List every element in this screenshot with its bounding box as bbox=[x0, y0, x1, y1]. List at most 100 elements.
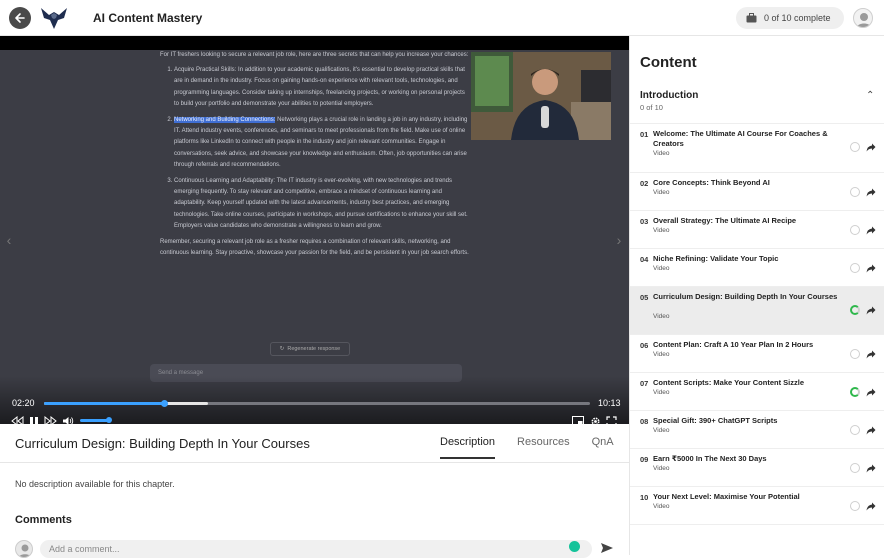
comment-input[interactable]: Add a comment... bbox=[40, 540, 592, 558]
back-button[interactable] bbox=[9, 7, 31, 29]
share-icon[interactable] bbox=[866, 464, 876, 473]
lesson-item[interactable]: 08 Special Gift: 390+ ChatGPT Scripts Vide… bbox=[630, 411, 884, 449]
not-started-icon bbox=[850, 349, 860, 359]
share-icon[interactable] bbox=[866, 188, 876, 197]
lesson-item[interactable]: 09 Earn ₹5000 In The Next 30 Days Video bbox=[630, 449, 884, 487]
chat-item-lead: Networking and Building Connections: bbox=[174, 117, 276, 124]
lesson-number: 03 bbox=[640, 217, 649, 226]
lesson-item[interactable]: 06 Content Plan: Craft A 10 Year Plan In … bbox=[630, 335, 884, 373]
comments-heading: Comments bbox=[15, 514, 72, 526]
lesson-title: Special Gift: 390+ ChatGPT Scripts bbox=[653, 416, 778, 425]
lesson-type: Video bbox=[653, 465, 670, 472]
pause-button[interactable] bbox=[28, 414, 40, 424]
lesson-number: 04 bbox=[640, 255, 649, 264]
lesson-type: Video bbox=[653, 351, 670, 358]
lesson-type: Video bbox=[653, 389, 670, 396]
not-started-icon bbox=[850, 187, 860, 197]
share-icon[interactable] bbox=[866, 226, 876, 235]
pip-icon bbox=[572, 416, 584, 424]
lesson-title: Earn ₹5000 In The Next 30 Days bbox=[653, 454, 767, 463]
section-introduction[interactable]: Introduction 0 of 10 ⌃ bbox=[630, 80, 884, 124]
lesson-title: Welcome: The Ultimate AI Course For Coac… bbox=[653, 129, 828, 148]
lesson-number: 05 bbox=[640, 293, 649, 302]
comment-placeholder: Add a comment... bbox=[49, 544, 120, 554]
tab-resources[interactable]: Resources bbox=[517, 436, 570, 459]
chat-list-item: Continuous Learning and Adaptability: Th… bbox=[174, 176, 470, 232]
seek-bar[interactable] bbox=[44, 400, 590, 407]
tabs-divider bbox=[0, 462, 629, 463]
lesson-number: 07 bbox=[640, 379, 649, 388]
fast-forward-icon bbox=[44, 416, 57, 424]
lesson-type: Video bbox=[653, 265, 670, 272]
share-icon[interactable] bbox=[866, 264, 876, 273]
lesson-type: Video bbox=[653, 150, 670, 157]
content-sidebar: Content Introduction 0 of 10 ⌃ 01 Welcome… bbox=[629, 36, 884, 555]
fast-forward-button[interactable] bbox=[43, 414, 57, 424]
in-progress-icon bbox=[850, 387, 860, 397]
rewind-button[interactable] bbox=[10, 414, 24, 424]
chevron-up-icon[interactable]: ⌃ bbox=[866, 90, 874, 101]
lesson-item[interactable]: 03 Overall Strategy: The Ultimate AI Reci… bbox=[630, 211, 884, 249]
chapter-tabs: Description Resources QnA bbox=[440, 436, 636, 459]
video-frame: For IT freshers looking to secure a rele… bbox=[0, 50, 629, 424]
send-comment-button[interactable] bbox=[600, 542, 614, 554]
not-started-icon bbox=[850, 463, 860, 473]
lesson-type: Video bbox=[653, 503, 670, 510]
lesson-item[interactable]: 10 Your Next Level: Maximise Your Potenti… bbox=[630, 487, 884, 525]
lesson-item[interactable]: 01 Welcome: The Ultimate AI Course For Co… bbox=[630, 124, 884, 173]
volume-button[interactable] bbox=[61, 414, 75, 424]
chapter-description: No description available for this chapte… bbox=[15, 479, 175, 489]
previous-slide-arrow[interactable]: ‹ bbox=[2, 228, 16, 252]
lesson-number: 09 bbox=[640, 455, 649, 464]
share-icon[interactable] bbox=[866, 388, 876, 397]
lesson-number: 08 bbox=[640, 417, 649, 426]
next-slide-arrow[interactable]: › bbox=[612, 228, 626, 252]
share-icon[interactable] bbox=[866, 350, 876, 359]
lesson-item[interactable]: 07 Content Scripts: Make Your Content Siz… bbox=[630, 373, 884, 411]
share-icon[interactable] bbox=[866, 502, 876, 511]
volume-icon bbox=[63, 417, 74, 424]
top-bar: AI Content Mastery 0 of 10 complete bbox=[0, 0, 884, 36]
lesson-item[interactable]: 04 Niche Refining: Validate Your Topic Vid… bbox=[630, 249, 884, 287]
volume-handle[interactable] bbox=[105, 417, 112, 423]
commenter-avatar bbox=[15, 540, 33, 558]
lesson-item[interactable]: 05 Curriculum Design: Building Depth In Y… bbox=[630, 287, 884, 335]
chat-item-lead: Acquire Practical Skills: bbox=[174, 67, 237, 74]
lesson-title: Overall Strategy: The Ultimate AI Recipe bbox=[653, 216, 797, 225]
lesson-title: Niche Refining: Validate Your Topic bbox=[653, 254, 779, 263]
lesson-number: 02 bbox=[640, 179, 649, 188]
section-count: 0 of 10 bbox=[640, 103, 663, 112]
fullscreen-button[interactable] bbox=[604, 414, 618, 424]
share-icon[interactable] bbox=[866, 426, 876, 435]
gear-icon bbox=[591, 417, 599, 424]
lesson-title: Content Scripts: Make Your Content Sizzl… bbox=[653, 378, 804, 387]
share-icon[interactable] bbox=[866, 306, 876, 315]
not-started-icon bbox=[850, 142, 860, 152]
controls-overlay bbox=[0, 376, 629, 424]
share-icon[interactable] bbox=[866, 143, 876, 152]
lesson-title: Your Next Level: Maximise Your Potential bbox=[653, 492, 800, 501]
picture-in-picture-button[interactable] bbox=[571, 414, 585, 424]
lesson-type: Video bbox=[653, 189, 670, 196]
arrow-left-icon bbox=[15, 13, 25, 23]
volume-slider[interactable] bbox=[80, 419, 109, 422]
chat-item-text: The IT industry is ever-evolving, with n… bbox=[174, 178, 468, 229]
lesson-type: Video bbox=[653, 227, 670, 234]
chat-outro: Remember, securing a relevant job role a… bbox=[160, 239, 469, 257]
grammarly-icon[interactable] bbox=[569, 541, 580, 552]
chat-transcript: For IT freshers looking to secure a rele… bbox=[160, 50, 470, 263]
user-avatar[interactable] bbox=[853, 8, 873, 28]
lesson-item[interactable]: 02 Core Concepts: Think Beyond AI Video bbox=[630, 173, 884, 211]
presenter-image bbox=[471, 52, 611, 140]
video-player[interactable]: For IT freshers looking to secure a rele… bbox=[0, 36, 629, 424]
settings-button[interactable] bbox=[588, 414, 602, 424]
lesson-number: 01 bbox=[640, 130, 649, 139]
user-icon bbox=[18, 544, 32, 557]
lesson-type: Video bbox=[653, 313, 670, 320]
section-name: Introduction bbox=[640, 90, 699, 101]
course-title: AI Content Mastery bbox=[93, 11, 203, 25]
seek-progress bbox=[44, 402, 165, 405]
tab-qna[interactable]: QnA bbox=[592, 436, 614, 459]
tab-description[interactable]: Description bbox=[440, 436, 496, 459]
not-started-icon bbox=[850, 263, 860, 273]
